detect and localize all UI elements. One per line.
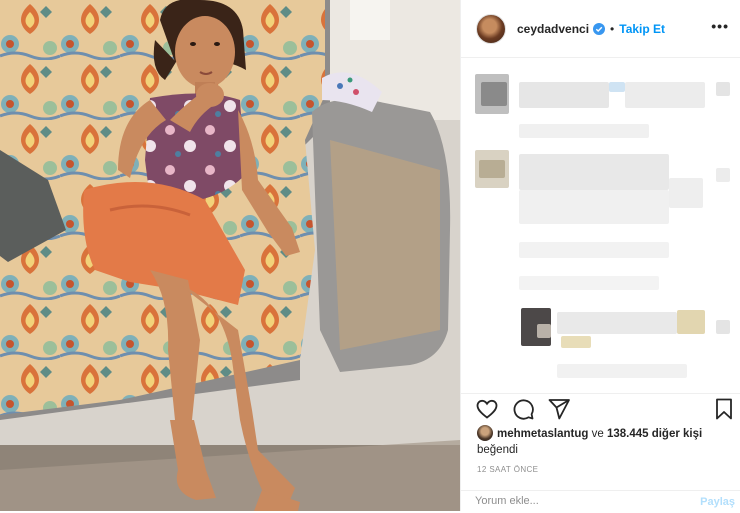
likes-summary: mehmetaslantug ve 138.445 diğer kişi beğ…	[477, 425, 729, 458]
likes-suffix: beğendi	[477, 444, 518, 456]
comment-icon[interactable]	[511, 397, 535, 421]
comment-blurred	[557, 364, 687, 378]
add-comment-bar: Paylaş	[461, 490, 740, 513]
username-link[interactable]: ceydadvenci	[517, 22, 589, 36]
comment-input[interactable]	[475, 495, 675, 507]
post-comment-button[interactable]: Paylaş	[700, 496, 735, 508]
comment-blurred	[519, 276, 659, 290]
comment-blurred	[519, 154, 669, 190]
comment-blurred	[716, 320, 730, 334]
comment-blurred	[519, 242, 669, 258]
comment-blurred	[519, 82, 609, 108]
follow-button[interactable]: Takip Et	[619, 22, 665, 36]
likes-joiner: ve	[588, 428, 607, 440]
liker-username[interactable]: mehmetaslantug	[497, 428, 588, 440]
comment-blurred	[481, 82, 507, 106]
comment-blurred	[537, 324, 551, 338]
comment-blurred	[519, 190, 669, 224]
likes-count-link[interactable]: 138.445 diğer kişi	[607, 428, 702, 440]
post-sidebar: ceydadvenci • Takip Et ••• mehmetaslantu…	[460, 0, 740, 511]
share-icon[interactable]	[547, 397, 571, 421]
more-options-icon[interactable]: •••	[711, 18, 729, 34]
post-photo[interactable]	[0, 0, 460, 511]
comments-section	[461, 58, 740, 393]
comment-blurred	[669, 178, 703, 208]
liker-avatar[interactable]	[477, 425, 493, 441]
post-timestamp[interactable]: 12 SAAT ÖNCE	[477, 465, 538, 474]
action-icons	[475, 397, 571, 421]
photo-illustration	[0, 0, 460, 511]
post-header: ceydadvenci • Takip Et •••	[461, 0, 740, 58]
comment-blurred	[557, 312, 677, 334]
post-actions: mehmetaslantug ve 138.445 diğer kişi beğ…	[461, 393, 740, 512]
comment-blurred	[519, 124, 649, 138]
bookmark-icon[interactable]	[713, 397, 735, 421]
instagram-post: ceydadvenci • Takip Et ••• mehmetaslantu…	[0, 0, 740, 511]
heart-icon[interactable]	[475, 397, 499, 421]
comment-blurred	[677, 310, 705, 334]
comment-blurred	[479, 160, 505, 178]
comment-blurred	[716, 168, 730, 182]
comment-blurred	[561, 336, 591, 348]
separator-dot: •	[610, 21, 615, 36]
comment-blurred	[609, 82, 625, 92]
profile-avatar[interactable]	[476, 13, 506, 44]
verified-badge-icon	[593, 22, 606, 35]
comment-blurred	[625, 82, 705, 108]
comment-blurred	[716, 82, 730, 96]
